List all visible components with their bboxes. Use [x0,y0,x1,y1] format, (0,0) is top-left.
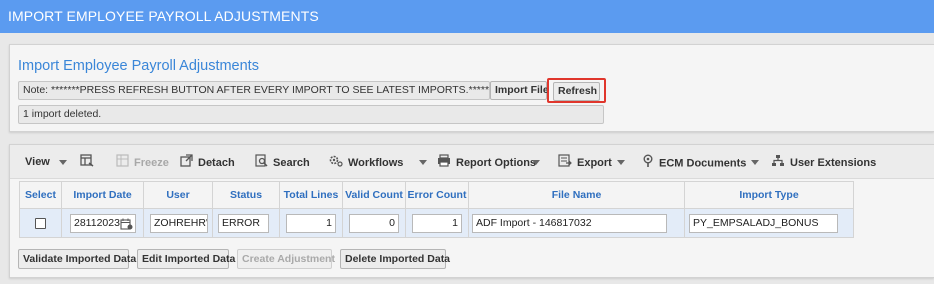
hierarchy-icon [771,154,785,172]
column-header[interactable]: Import Date [61,181,144,209]
column-header[interactable]: Valid Count [342,181,406,209]
chevron-down-icon[interactable] [751,160,759,165]
column-header[interactable]: Import Type [684,181,854,209]
row-select-checkbox[interactable] [35,218,46,229]
report-options-menu[interactable]: Report Options [437,154,536,170]
export-menu[interactable]: Export [558,154,612,170]
user-extensions-label: User Extensions [790,157,877,169]
column-header[interactable]: Status [212,181,280,209]
import-file-button[interactable]: Import File [490,81,549,100]
note-field: Note: *******PRESS REFRESH BUTTON AFTER … [18,81,490,100]
chevron-down-icon[interactable] [419,160,427,165]
ecm-documents-label: ECM Documents [659,157,747,170]
column-header[interactable]: Total Lines [279,181,343,209]
search-button[interactable]: Search [255,154,310,170]
total-lines-field[interactable]: 1 [286,214,336,233]
file-name-cell: ADF Import - 146817032 [468,208,685,238]
status-message: 1 import deleted. [18,105,604,124]
column-header[interactable]: User [143,181,213,209]
column-header[interactable]: File Name [468,181,685,209]
user-field[interactable]: ZOHREHR' [150,214,208,233]
search-label: Search [273,157,310,169]
workflows-label: Workflows [348,157,404,169]
delete-imported-data-button[interactable]: Delete Imported Data [340,249,450,269]
detach-button[interactable]: Detach [180,154,235,170]
search-icon [255,154,268,172]
chevron-down-icon[interactable] [617,160,625,165]
edit-imported-data-button[interactable]: Edit Imported Data [137,249,235,269]
imports-grid-panel: View Freeze Detach Search Workflows Repo… [9,144,934,278]
import-date-cell: 28112023 [61,208,144,238]
create-adjustment-button[interactable]: Create Adjustment [237,249,335,269]
chevron-down-icon [58,159,67,165]
panel-title: Import Employee Payroll Adjustments [18,58,259,74]
pin-icon [642,154,654,173]
freeze-button[interactable]: Freeze [116,154,169,170]
column-header[interactable]: Error Count [405,181,469,209]
import-type-cell: PY_EMPSALADJ_BONUS [684,208,854,238]
user-cell: ZOHREHR' [143,208,213,238]
file-name-field[interactable]: ADF Import - 146817032 [472,214,667,233]
window-title: IMPORT EMPLOYEE PAYROLL ADJUSTMENTS [8,8,319,24]
view-label: View [25,156,50,169]
report-options-label: Report Options [456,157,537,169]
user-extensions-button[interactable]: User Extensions [771,154,876,170]
import-date-value: 28112023 [74,217,120,229]
column-header[interactable]: Select [19,181,62,209]
detach-label: Detach [198,157,235,169]
status-field[interactable]: ERROR [218,214,269,233]
export-label: Export [577,157,612,169]
calendar-icon[interactable] [120,218,133,233]
imports-table: Select Import Date User Status Total Lin… [19,181,854,238]
status-cell: ERROR [212,208,280,238]
workflows-icon [329,154,343,172]
workflows-menu[interactable]: Workflows [329,154,403,170]
table-header-row: Select Import Date User Status Total Lin… [19,181,854,209]
printer-icon [437,154,451,172]
export-icon [558,154,572,172]
valid-count-cell: 0 [342,208,406,238]
table-row[interactable]: 28112023 ZOHREHR' ERROR 1 0 1 ADF Import… [19,208,854,238]
validate-imported-data-button[interactable]: Validate Imported Data [18,249,136,269]
refresh-button[interactable]: Refresh [553,82,600,101]
view-menu[interactable]: View [25,154,67,170]
valid-count-field[interactable]: 0 [349,214,399,233]
window-title-bar: IMPORT EMPLOYEE PAYROLL ADJUSTMENTS [0,0,934,33]
import-type-field[interactable]: PY_EMPSALADJ_BONUS [689,214,838,233]
chevron-down-icon[interactable] [532,160,540,165]
column-settings-icon [80,154,94,172]
ecm-documents-menu[interactable]: ECM Documents [642,154,746,170]
detach-icon [180,154,193,172]
import-header-panel: Import Employee Payroll Adjustments Note… [9,44,934,132]
freeze-icon [116,154,129,172]
total-lines-cell: 1 [279,208,343,238]
error-count-field[interactable]: 1 [412,214,462,233]
error-count-cell: 1 [405,208,469,238]
grid-toolbar: View Freeze Detach Search Workflows Repo… [10,145,934,179]
select-cell [19,208,62,238]
freeze-label: Freeze [134,157,169,169]
column-settings-button[interactable] [80,154,99,170]
